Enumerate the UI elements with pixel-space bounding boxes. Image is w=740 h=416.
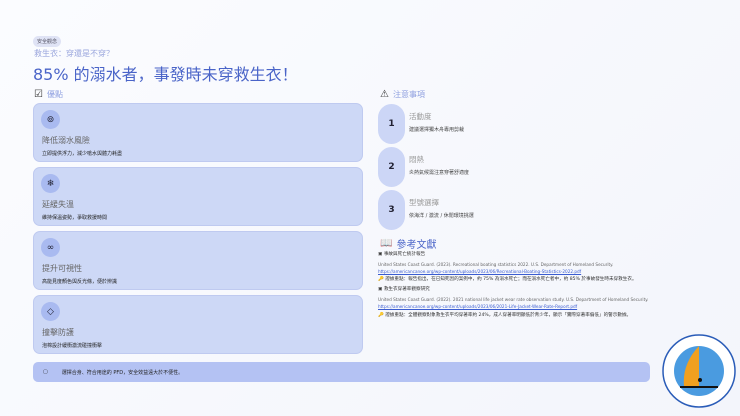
- pro-card: ∞ 提升可視性高能見度顏色與反光條，便於辨識: [33, 231, 363, 290]
- cautions-heading-label: 注意事項: [392, 90, 425, 99]
- book-icon: 📖: [380, 238, 393, 249]
- cautions-heading: ⚠ 注意事項: [380, 89, 425, 100]
- pro-card: ◇ 撞擊防護泡棉設計緩衝激流碰撞衝擊: [33, 295, 363, 354]
- note-icon: ▢: [43, 369, 48, 375]
- caution-desc: 建議選擇獨木舟專用剪裁: [409, 127, 465, 133]
- caution-number: 2: [378, 147, 405, 187]
- caution-number: 1: [378, 104, 405, 144]
- reference-evidence: 🔑 證據重點：全體觀察對象救生衣平均穿著率約 24%，成人穿著率明顯低於青少年，…: [378, 313, 632, 318]
- warning-icon: ⚠: [380, 89, 389, 100]
- category-badge: 安全觀念: [33, 36, 62, 47]
- reference-citation: United States Coast Guard. (2023). Recre…: [378, 262, 614, 267]
- pro-title: 降低溺水風險: [42, 136, 90, 145]
- pro-title: 提升可視性: [42, 264, 82, 273]
- pro-card: ❄ 延緩失溫維持保溫姿勢，爭取救援時間: [33, 167, 363, 226]
- reference-citation: United States Coast Guard. (2022). 2021 …: [378, 297, 649, 302]
- lifebuoy-icon: ⊚: [41, 110, 60, 129]
- evidence-text: 證據重點：報告指出，在已知死因的案例中，約 75% 為溺水死亡；而在溺水死亡者中…: [385, 277, 637, 282]
- caution-title: 型號選擇: [409, 198, 439, 207]
- reference-label-text: 救生衣穿著率觀察研究: [383, 287, 430, 292]
- caution-desc: 依海洋 / 激流 / 休閒環境挑選: [409, 213, 474, 219]
- summary-bar: ▢ 選擇合身、符合用途的 PFD，安全效益遠大於不便性。: [33, 362, 650, 382]
- caution-title: 活動度: [409, 112, 432, 121]
- pro-title: 撞擊防護: [42, 328, 74, 337]
- pro-card: ⊚ 降低溺水風險立即提供浮力，減少嗆水與體力耗盡: [33, 103, 363, 162]
- shield-icon: ◇: [41, 302, 60, 321]
- reference-label: ▣ 救生衣穿著率觀察研究: [378, 287, 430, 292]
- association-logo: [662, 334, 736, 408]
- reference-link[interactable]: https://americancanoe.org/wp-content/upl…: [378, 304, 577, 309]
- subtitle: 救生衣：穿還是不穿？: [34, 49, 114, 58]
- summary-text: 選擇合身、符合用途的 PFD，安全效益遠大於不便性。: [61, 369, 184, 376]
- caution-title: 悶熱: [409, 155, 424, 164]
- pro-desc: 維持保溫姿勢，爭取救援時間: [42, 215, 108, 221]
- page-title: 85% 的溺水者，事發時未穿救生衣！: [33, 65, 298, 84]
- caution-desc: 炎熱氣候需注意穿著舒適度: [409, 170, 470, 176]
- binoculars-icon: ∞: [41, 238, 60, 257]
- pro-desc: 立即提供浮力，減少嗆水與體力耗盡: [42, 151, 123, 157]
- pros-heading: ☑ 優點: [34, 89, 63, 100]
- reference-evidence: 🔑 證據重點：報告指出，在已知死因的案例中，約 75% 為溺水死亡；而在溺水死亡…: [378, 277, 637, 282]
- checkbox-icon: ☑: [34, 89, 43, 100]
- reference-label: ▣ 事故與死亡統計報告: [378, 252, 426, 257]
- pro-desc: 泡棉設計緩衝激流碰撞衝擊: [42, 343, 103, 349]
- pro-desc: 高能見度顏色與反光條，便於辨識: [42, 279, 118, 285]
- snowflake-icon: ❄: [41, 174, 60, 193]
- pros-heading-label: 優點: [46, 90, 63, 99]
- references-heading-label: 參考文獻: [396, 240, 437, 251]
- reference-label-text: 事故與死亡統計報告: [383, 252, 426, 257]
- references-heading: 📖 參考文獻: [380, 236, 436, 251]
- pro-title: 延緩失溫: [42, 200, 74, 209]
- caution-number: 3: [378, 190, 405, 230]
- reference-link[interactable]: https://americancanoe.org/wp-content/upl…: [378, 269, 581, 274]
- evidence-text: 證據重點：全體觀察對象救生衣平均穿著率約 24%，成人穿著率明顯低於青少年，顯示…: [385, 313, 632, 318]
